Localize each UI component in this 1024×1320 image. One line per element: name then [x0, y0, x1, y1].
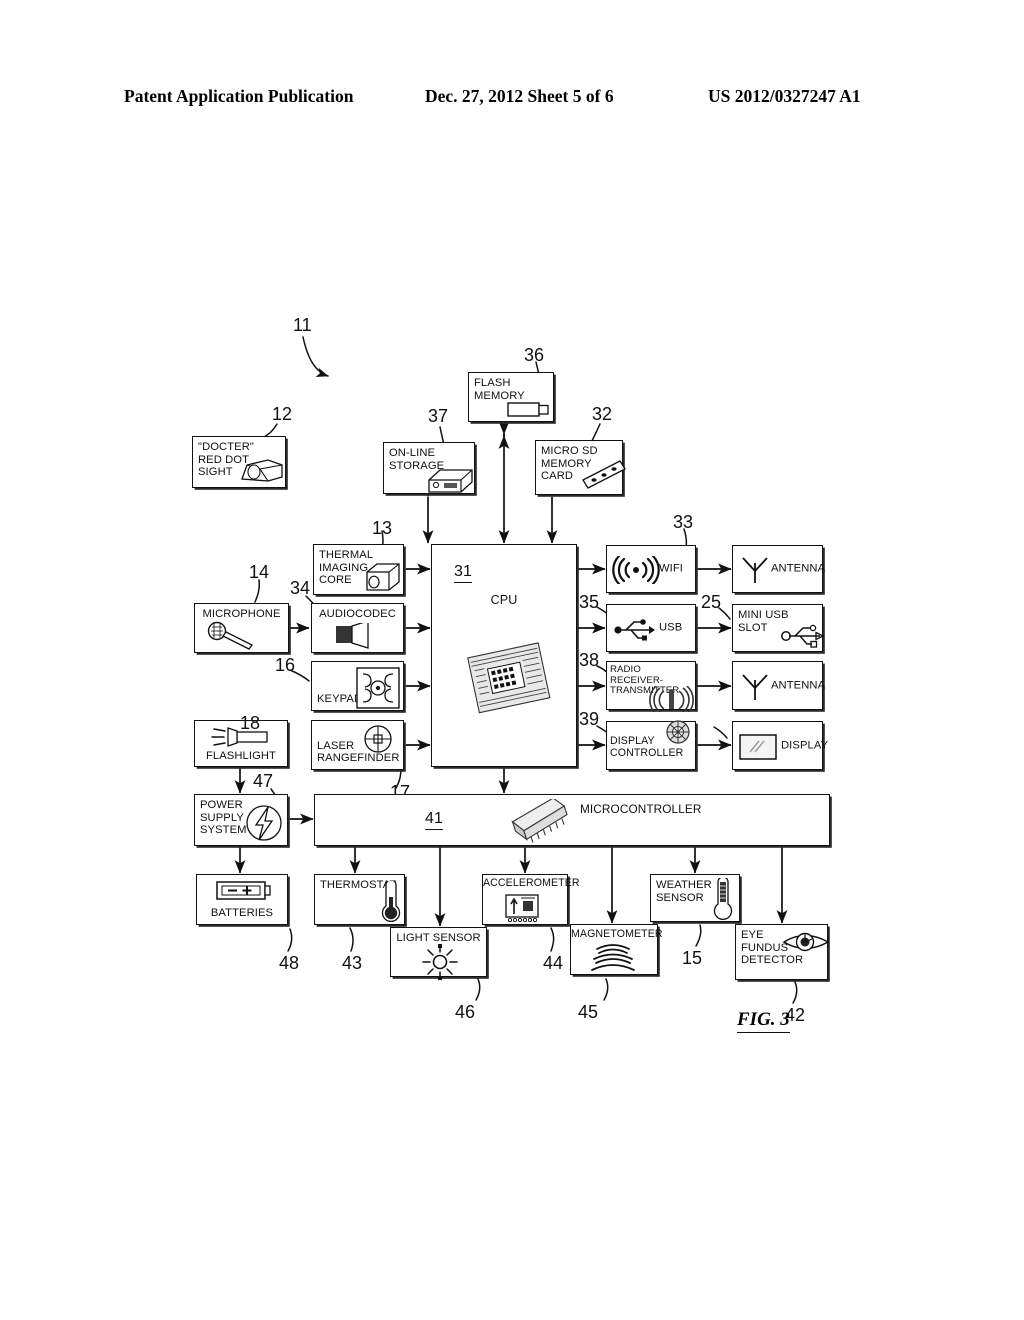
block-antenna-wifi[interactable]: ANTENNA — [732, 545, 826, 593]
antenna-icon — [742, 557, 768, 583]
block-flash-memory[interactable]: FLASH MEMORY — [468, 372, 554, 422]
block-display[interactable]: DISPLAY — [732, 721, 828, 770]
block-display-controller[interactable]: DISPLAY CONTROLLER — [606, 720, 696, 770]
block-thermal-imaging-core[interactable]: THERMAL IMAGING CORE — [313, 544, 404, 595]
accelerometer-icon — [505, 894, 539, 923]
block-wifi[interactable]: WIFI — [606, 545, 696, 593]
usb-symbol-icon — [614, 619, 655, 641]
block-label: WIFI — [659, 562, 684, 575]
cpu-chip-icon — [467, 642, 551, 714]
block-light-sensor[interactable]: LIGHT SENSOR — [390, 927, 487, 980]
block-label: USB — [659, 621, 683, 634]
ref-41: 41 — [425, 810, 443, 830]
microphone-icon — [207, 621, 253, 650]
ref-16: 16 — [275, 655, 296, 675]
ref-38: 38 — [579, 650, 600, 670]
ref-47: 47 — [253, 771, 274, 791]
ref-36: 36 — [524, 345, 545, 365]
speaker-icon — [336, 623, 369, 649]
block-micro-sd-memory-card[interactable]: MICRO SD MEMORY CARD — [535, 440, 626, 495]
chip-round-icon — [666, 720, 690, 744]
ref-45: 45 — [578, 1002, 599, 1022]
block-label: MICROCONTROLLER — [580, 802, 702, 816]
ref-43: 43 — [342, 953, 363, 973]
block-keypad[interactable]: KEYPAD — [311, 661, 404, 711]
block-label: POWER SUPPLY SYSTEM — [200, 799, 247, 837]
block-usb[interactable]: USB — [606, 604, 696, 652]
block-mini-usb-slot[interactable]: MINI USB SLOT — [732, 604, 825, 652]
block-accelerometer[interactable]: ACCELEROMETER — [482, 874, 580, 925]
ref-34: 34 — [290, 578, 311, 598]
screen-icon — [739, 734, 777, 760]
keypad-icon — [356, 667, 400, 709]
block-eye-fundus-detector[interactable]: EYE FUNDUS DETECTOR — [735, 924, 830, 980]
block-label: FLASHLIGHT — [205, 750, 276, 763]
block-batteries[interactable]: BATTERIES — [196, 874, 288, 925]
camera-icon — [366, 563, 400, 591]
lightning-icon — [246, 805, 282, 841]
usb-stick-icon — [507, 402, 549, 417]
block-online-storage[interactable]: ON-LINE STORAGE — [383, 442, 475, 494]
ref-25: 25 — [701, 592, 722, 612]
ref-31: 31 — [454, 563, 472, 583]
ref-18: 18 — [240, 713, 261, 733]
ref-46: 46 — [455, 1002, 476, 1022]
block-docter-red-dot-sight[interactable]: "DOCTER" RED DOT SIGHT — [192, 436, 286, 488]
ref-12: 12 — [272, 404, 293, 424]
thermometer-icon — [381, 881, 401, 923]
red-dot-sight-icon — [241, 459, 283, 482]
radio-waves-icon — [649, 686, 694, 712]
ref-37: 37 — [428, 406, 449, 426]
sun-icon — [422, 944, 458, 980]
block-label: WEATHER SENSOR — [656, 879, 712, 904]
usb-symbol-icon — [781, 624, 825, 648]
block-microphone[interactable]: MICROPHONE — [194, 603, 289, 653]
block-label: DISPLAY — [781, 739, 829, 752]
ref-14: 14 — [249, 562, 270, 582]
block-label: MICROPHONE — [202, 608, 281, 620]
figure-3-diagram: FLASH MEMORY 36 11 "DOCTER" RED DOT SIGH… — [0, 0, 1024, 1320]
ref-13: 13 — [372, 518, 393, 538]
block-laser-rangefinder[interactable]: LASER RANGEFINDER — [311, 720, 404, 770]
eye-icon — [782, 932, 830, 952]
ref-35: 35 — [579, 592, 600, 612]
crosshair-icon — [364, 725, 392, 753]
ref-44: 44 — [543, 953, 564, 973]
ref-32: 32 — [592, 404, 613, 424]
block-antenna-radio[interactable]: ANTENNA — [732, 661, 826, 710]
battery-icon — [216, 881, 271, 900]
antenna-icon — [742, 674, 768, 700]
block-label: MAGNETOMETER — [571, 928, 663, 940]
block-label: BATTERIES — [210, 907, 274, 920]
block-power-supply-system[interactable]: POWER SUPPLY SYSTEM — [194, 794, 288, 846]
wifi-icon — [612, 556, 660, 584]
ref-15: 15 — [682, 948, 703, 968]
ref-39: 39 — [579, 709, 600, 729]
ref-33: 33 — [673, 512, 694, 532]
block-thermostat[interactable]: THERMOSTAT — [314, 874, 405, 925]
block-label: AUDIOCODEC — [319, 608, 396, 620]
figure-caption: FIG. 3 — [737, 1009, 790, 1033]
block-label: FLASH MEMORY — [474, 377, 525, 402]
block-label: ANTENNA — [771, 562, 826, 575]
block-weather-sensor[interactable]: WEATHER SENSOR — [650, 874, 740, 922]
block-radio-receiver-transmitter[interactable]: RADIO RECEIVER- TRANSMITTER — [606, 661, 696, 712]
block-label: ANTENNA — [771, 679, 826, 692]
dip-chip-icon — [511, 799, 568, 843]
thermometer-icon — [713, 878, 733, 921]
server-icon — [428, 469, 473, 493]
block-audiocodec[interactable]: AUDIOCODEC — [311, 603, 404, 653]
block-cpu[interactable]: 31 CPU — [431, 544, 577, 767]
block-microcontroller[interactable]: 41 MICROCONTROLLER — [314, 794, 830, 846]
block-label: LIGHT SENSOR — [396, 932, 481, 944]
block-label: CPU — [490, 593, 518, 607]
block-label: ACCELEROMETER — [483, 877, 580, 889]
ref-48: 48 — [279, 953, 300, 973]
ref-11-system: 11 — [293, 315, 312, 335]
sd-card-icon — [582, 460, 626, 489]
magnet-waves-icon — [591, 944, 635, 971]
block-magnetometer[interactable]: MAGNETOMETER — [570, 924, 663, 975]
